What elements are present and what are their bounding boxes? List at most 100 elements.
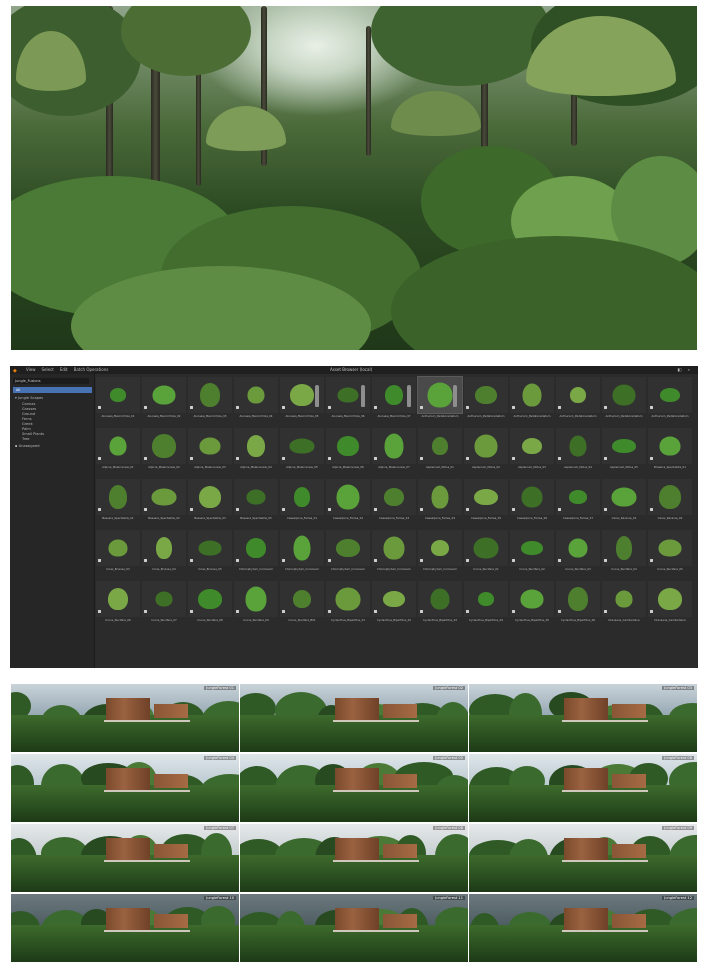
asset-checkbox[interactable]: [328, 457, 331, 460]
asset-checkbox[interactable]: [650, 406, 653, 409]
asset-checkbox[interactable]: [328, 610, 331, 613]
asset-tile[interactable]: Caesalpinia_Ferrea_04: [418, 479, 462, 523]
asset-tile[interactable]: Cocos_Nucifera_06: [96, 581, 140, 625]
asset-checkbox[interactable]: [420, 610, 423, 613]
asset-checkbox[interactable]: [512, 406, 515, 409]
asset-tile[interactable]: Asplenium_Nidus_01: [418, 428, 462, 472]
asset-checkbox[interactable]: [144, 559, 147, 562]
asset-checkbox[interactable]: [604, 559, 607, 562]
asset-checkbox[interactable]: [558, 559, 561, 562]
asset-checkbox[interactable]: [282, 559, 285, 562]
asset-checkbox[interactable]: [512, 559, 515, 562]
asset-tile[interactable]: Cocos_Nucifera_01: [464, 530, 508, 574]
asset-checkbox[interactable]: [466, 559, 469, 562]
asset-tile[interactable]: Chlorophytum_Comosum: [326, 530, 370, 574]
asset-checkbox[interactable]: [512, 508, 515, 511]
asset-checkbox[interactable]: [512, 457, 515, 460]
asset-checkbox[interactable]: [328, 406, 331, 409]
asset-checkbox[interactable]: [282, 610, 285, 613]
asset-tile[interactable]: Alocasia_Macrorrhiza_04: [234, 377, 278, 421]
asset-tile[interactable]: Caesalpinia_Ferrea_01: [280, 479, 324, 523]
asset-checkbox[interactable]: [466, 508, 469, 511]
asset-checkbox[interactable]: [282, 508, 285, 511]
library-search-input[interactable]: Jungle_Fusions: [13, 378, 89, 384]
asset-checkbox[interactable]: [236, 457, 239, 460]
asset-tile[interactable]: Alocasia_Macrorrhiza_07: [372, 377, 416, 421]
asset-tile[interactable]: Bessera_Spectabilis_01: [96, 479, 140, 523]
asset-checkbox[interactable]: [558, 406, 561, 409]
asset-checkbox[interactable]: [328, 559, 331, 562]
asset-tile[interactable]: Brassica_Spectabilis_01: [648, 428, 692, 472]
asset-checkbox[interactable]: [190, 610, 193, 613]
asset-checkbox[interactable]: [236, 406, 239, 409]
asset-checkbox[interactable]: [420, 406, 423, 409]
asset-checkbox[interactable]: [374, 610, 377, 613]
asset-checkbox[interactable]: [374, 508, 377, 511]
menu-edit[interactable]: Edit: [60, 366, 68, 374]
asset-checkbox[interactable]: [98, 457, 101, 460]
sidebar-item-all[interactable]: All: [13, 387, 92, 393]
asset-checkbox[interactable]: [282, 457, 285, 460]
asset-checkbox[interactable]: [558, 508, 561, 511]
asset-tile[interactable]: Anthurium_Pedatoradiatum: [464, 377, 508, 421]
asset-tile[interactable]: Cyclanthus_Bipartitus_03: [418, 581, 462, 625]
asset-checkbox[interactable]: [236, 559, 239, 562]
asset-tile[interactable]: Alpinia_Malaccensis_07: [372, 428, 416, 472]
asset-tile[interactable]: Cicas_Brunsia_03: [96, 530, 140, 574]
asset-checkbox[interactable]: [98, 559, 101, 562]
asset-checkbox[interactable]: [98, 610, 101, 613]
asset-tile[interactable]: Cocos_Nucifera_09: [234, 581, 278, 625]
asset-tile[interactable]: Alpinia_Malaccensis_04: [234, 428, 278, 472]
sidebar-item-jungle-scapes[interactable]: ▾ Jungle Scapes: [15, 396, 43, 401]
asset-tile[interactable]: Cicas_Brunsia_05: [188, 530, 232, 574]
asset-tile[interactable]: Cocos_Nucifera_03: [556, 530, 600, 574]
asset-checkbox[interactable]: [236, 610, 239, 613]
asset-tile[interactable]: Chlorophytum_Comosum: [418, 530, 462, 574]
asset-tile[interactable]: Cocos_Nucifera_05: [648, 530, 692, 574]
asset-checkbox[interactable]: [604, 457, 607, 460]
asset-tile[interactable]: Alocasia_Macrorrhiza_03: [188, 377, 232, 421]
asset-checkbox[interactable]: [374, 406, 377, 409]
asset-checkbox[interactable]: [190, 406, 193, 409]
asset-checkbox[interactable]: [190, 457, 193, 460]
asset-tile[interactable]: Cyclanthus_Bipartitus_06: [556, 581, 600, 625]
asset-checkbox[interactable]: [190, 508, 193, 511]
asset-tile[interactable]: Chlorophytum_Comosum: [280, 530, 324, 574]
asset-tile[interactable]: Carex_Ravinea_01: [602, 479, 646, 523]
menu-select[interactable]: Select: [42, 366, 54, 374]
asset-checkbox[interactable]: [144, 508, 147, 511]
asset-tile[interactable]: Caesalpinia_Ferrea_03: [372, 479, 416, 523]
sidebar-item-tree[interactable]: Tree: [22, 437, 30, 442]
asset-checkbox[interactable]: [190, 559, 193, 562]
asset-checkbox[interactable]: [236, 508, 239, 511]
asset-tile[interactable]: Cocos_Nucifera_04: [602, 530, 646, 574]
asset-checkbox[interactable]: [512, 610, 515, 613]
asset-tile[interactable]: Anthurium_Pedatoradiatum: [648, 377, 692, 421]
asset-tile[interactable]: Cocos_Nucifera_07: [142, 581, 186, 625]
asset-checkbox[interactable]: [466, 406, 469, 409]
asset-checkbox[interactable]: [650, 610, 653, 613]
menu-view[interactable]: View: [26, 366, 36, 374]
asset-tile[interactable]: Alpinia_Malaccensis_03: [188, 428, 232, 472]
asset-tile[interactable]: Alocasia_Macrorrhiza_02: [142, 377, 186, 421]
asset-tile[interactable]: Chlorophytum_Comosum: [372, 530, 416, 574]
asset-checkbox[interactable]: [466, 457, 469, 460]
asset-checkbox[interactable]: [144, 610, 147, 613]
asset-checkbox[interactable]: [374, 457, 377, 460]
asset-tile[interactable]: Cocos_Nucifera_B01: [280, 581, 324, 625]
asset-checkbox[interactable]: [420, 457, 423, 460]
asset-tile[interactable]: Anthurium_Pedatoradiatum: [556, 377, 600, 421]
asset-tile[interactable]: Asplenium_Nidus_02: [464, 428, 508, 472]
asset-tile[interactable]: Alpinia_Malaccensis_02: [142, 428, 186, 472]
asset-checkbox[interactable]: [98, 508, 101, 511]
asset-tile[interactable]: Cicas_Brunsia_04: [142, 530, 186, 574]
asset-tile[interactable]: Chlorophytum_Comosum: [234, 530, 278, 574]
asset-tile[interactable]: Asplenium_Nidus_03: [510, 428, 554, 472]
asset-tile[interactable]: Cyclanthus_Bipartitus_01: [326, 581, 370, 625]
asset-checkbox[interactable]: [328, 508, 331, 511]
asset-checkbox[interactable]: [420, 559, 423, 562]
asset-tile[interactable]: Bessera_Spectabilis_05: [234, 479, 278, 523]
asset-checkbox[interactable]: [98, 406, 101, 409]
asset-tile[interactable]: Dracaena_Cambodiana: [648, 581, 692, 625]
asset-checkbox[interactable]: [558, 457, 561, 460]
